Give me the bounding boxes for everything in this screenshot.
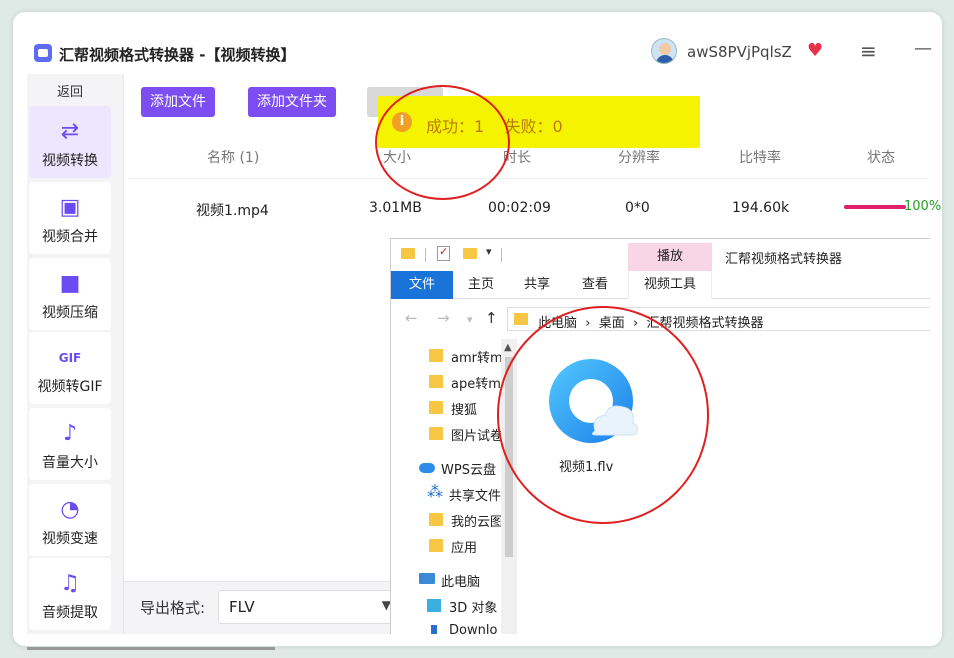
music-extract-icon: ♫	[60, 571, 80, 596]
back-arrow-icon[interactable]: ←	[405, 309, 418, 327]
column-header-bitrate[interactable]: 比特率	[739, 147, 781, 167]
up-arrow-icon[interactable]: ↑	[485, 309, 498, 327]
ribbon-tabs: 文件 主页 共享 查看 视频工具	[391, 271, 930, 299]
column-header-duration[interactable]: 时长	[503, 147, 531, 167]
folder-icon	[429, 513, 443, 526]
cell-duration: 00:02:09	[488, 200, 551, 216]
video-merge-icon: ▣	[59, 195, 81, 220]
address-bar[interactable]: 此电脑 › 桌面 › 汇帮视频格式转换器	[507, 307, 930, 331]
info-icon: i	[392, 112, 412, 132]
sidebar-item-label: 视频变速	[42, 531, 98, 547]
add-folder-button[interactable]: 添加文件夹	[248, 87, 336, 117]
recent-dropdown-icon[interactable]: ▾	[467, 313, 473, 326]
quick-access-toolbar: ▾ 播放 汇帮视频格式转换器	[391, 239, 930, 271]
folder-icon	[514, 313, 528, 325]
gif-icon: GIF	[58, 351, 82, 365]
sidebar-item-label: 音量大小	[42, 455, 98, 471]
header-divider	[128, 178, 928, 179]
progress-bar	[844, 205, 906, 209]
scroll-up-icon[interactable]: ▲	[504, 342, 512, 353]
folder-icon	[429, 539, 443, 552]
vip-badge-icon[interactable]: ♥	[807, 40, 823, 61]
avatar[interactable]	[651, 38, 677, 64]
sidebar: 返回 ⇄ 视频转换 ▣ 视频合并 ■ 视频压缩 GIF 视频转GIF ♪ 音量大…	[27, 74, 124, 634]
cell-name: 视频1.mp4	[196, 203, 269, 219]
tab-file[interactable]: 文件	[391, 271, 453, 299]
add-file-button[interactable]: 添加文件	[141, 87, 215, 117]
explorer-title: 汇帮视频格式转换器	[725, 252, 843, 267]
cube-icon	[427, 599, 441, 612]
output-format-label: 导出格式:	[140, 599, 206, 617]
navigation-bar: ← → ▾ ↑ 此电脑 › 桌面 › 汇帮视频格式转换器	[391, 305, 930, 333]
folder-icon	[429, 427, 443, 440]
share-icon	[427, 482, 443, 501]
column-header-size[interactable]: 大小	[383, 147, 411, 167]
username[interactable]: awS8PVjPqlsZ	[687, 43, 792, 61]
column-header-status[interactable]: 状态	[867, 147, 895, 167]
breadcrumb[interactable]: 此电脑 › 桌面 › 汇帮视频格式转换器	[538, 312, 763, 331]
speedometer-icon: ◔	[60, 497, 80, 522]
menu-icon[interactable]: ≡	[860, 39, 877, 63]
title-bar: 汇帮视频格式转换器 -【视频转换】 awS8PVjPqlsZ ♥ ≡ —	[27, 36, 932, 74]
customize-arrow-icon[interactable]: ▾	[486, 245, 492, 258]
scroll-thumb[interactable]	[505, 357, 513, 557]
navigation-pane: amr转m ape转mp 搜狐 图片试卷 WPS云盘 共享文件 我的云图 应用	[391, 339, 517, 634]
download-icon	[431, 625, 437, 634]
divider	[501, 248, 502, 262]
column-header-resolution[interactable]: 分辨率	[618, 147, 660, 167]
folder-icon	[429, 375, 443, 388]
file-name-label[interactable]: 视频1.flv	[559, 456, 613, 475]
divider	[425, 248, 426, 262]
tab-share[interactable]: 共享	[517, 271, 557, 299]
sidebar-item-label: 音频提取	[42, 605, 98, 621]
output-format-value: FLV	[229, 598, 255, 616]
sidebar-item-speed[interactable]: ◔ 视频变速	[29, 484, 111, 556]
cell-bitrate: 194.60k	[732, 200, 790, 216]
new-folder-icon[interactable]	[463, 248, 477, 259]
folder-icon[interactable]	[401, 248, 415, 259]
tab-video-tools[interactable]: 视频工具	[628, 271, 712, 299]
sidebar-item-video-gif[interactable]: GIF 视频转GIF	[29, 332, 111, 404]
app-logo-icon	[34, 44, 52, 62]
sidebar-item-video-compress[interactable]: ■ 视频压缩	[29, 258, 111, 330]
folder-icon	[429, 349, 443, 362]
computer-icon	[419, 573, 435, 584]
cell-size: 3.01MB	[369, 200, 422, 216]
sidebar-item-video-merge[interactable]: ▣ 视频合并	[29, 182, 111, 254]
progress-percent: 100%	[904, 199, 942, 214]
tab-view[interactable]: 查看	[575, 271, 615, 299]
toast-message: 成功：1 失败：0	[426, 117, 563, 136]
sidebar-item-video-convert[interactable]: ⇄ 视频转换	[29, 106, 111, 178]
browser-file-icon[interactable]	[543, 353, 643, 453]
cell-resolution: 0*0	[625, 200, 650, 216]
camera-icon: ■	[59, 271, 81, 296]
output-format-select[interactable]: FLV ▼	[218, 590, 398, 624]
column-header-name[interactable]: 名称 (1)	[207, 147, 259, 167]
sidebar-item-label: 视频转GIF	[37, 379, 103, 395]
forward-arrow-icon[interactable]: →	[437, 309, 450, 327]
folder-icon	[429, 401, 443, 414]
properties-icon[interactable]	[437, 245, 450, 261]
tree-scrollbar[interactable]: ▲	[501, 339, 517, 634]
minimize-icon[interactable]: —	[914, 38, 932, 59]
app-title: 汇帮视频格式转换器 -【视频转换】	[59, 46, 296, 64]
video-convert-icon: ⇄	[60, 119, 80, 144]
music-note-icon: ♪	[62, 421, 78, 446]
sidebar-item-label: 视频转换	[42, 153, 98, 169]
sidebar-item-label: 视频合并	[42, 229, 98, 245]
result-toast: i 成功：1 失败：0	[378, 96, 700, 148]
cloud-icon	[419, 463, 435, 473]
file-explorer-window: ▾ 播放 汇帮视频格式转换器 文件 主页 共享 查看 视频工具 ← → ▾ ↑ …	[390, 238, 930, 634]
sidebar-item-volume[interactable]: ♪ 音量大小	[29, 408, 111, 480]
tab-play[interactable]: 播放	[628, 243, 712, 271]
sidebar-item-label: 视频压缩	[42, 305, 98, 321]
window-bottom-indicator	[27, 647, 275, 650]
tab-home[interactable]: 主页	[461, 271, 501, 299]
sidebar-item-audio-extract[interactable]: ♫ 音频提取	[29, 558, 111, 630]
back-button[interactable]: 返回	[27, 81, 113, 100]
